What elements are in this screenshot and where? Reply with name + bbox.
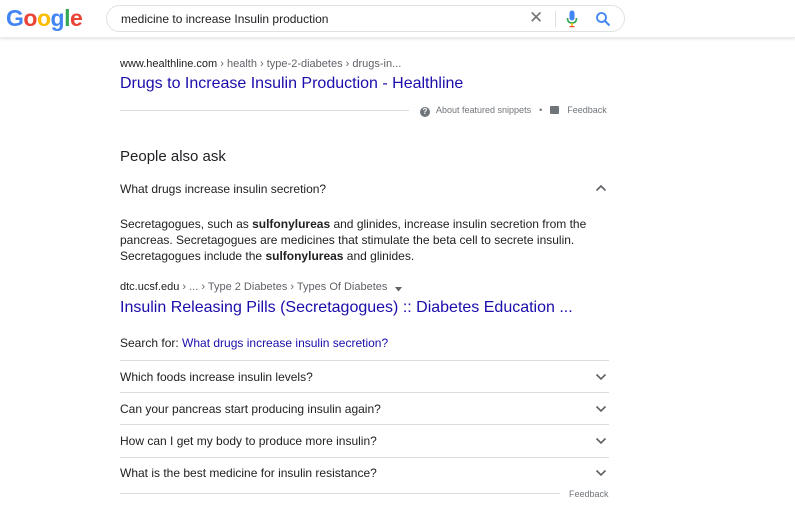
source-domain: dtc.ucsf.edu — [120, 281, 180, 293]
featured-snippet-bar: ? About featured snippets • Feedback — [420, 105, 607, 117]
chevron-down-icon — [595, 373, 607, 381]
paa-question[interactable]: Which foods increase insulin levels? — [120, 370, 609, 384]
search-box[interactable]: medicine to increase Insulin production … — [106, 5, 625, 32]
help-icon: ? — [420, 107, 430, 117]
featured-cite: www.healthline.com › health › type-2-dia… — [120, 58, 401, 70]
featured-domain: www.healthline.com — [120, 58, 218, 70]
search-input[interactable]: medicine to increase Insulin production — [121, 12, 328, 26]
feedback-link[interactable]: Feedback — [567, 105, 607, 115]
search-for-line: Search for: What drugs increase insulin … — [120, 336, 388, 350]
close-icon[interactable]: ✕ — [529, 8, 543, 28]
answer-bold: sulfonylureas — [265, 249, 344, 263]
about-featured-snippets-link[interactable]: About featured snippets — [436, 105, 531, 115]
paa-answer: Secretagogues, such as sulfonylureas and… — [120, 216, 609, 264]
divider — [120, 110, 409, 111]
question-text: What is the best medicine for insulin re… — [120, 466, 377, 480]
divider — [120, 392, 609, 393]
paa-question[interactable]: What is the best medicine for insulin re… — [120, 466, 609, 480]
caret-down-icon[interactable] — [395, 287, 403, 292]
paa-question-expanded[interactable]: What drugs increase insulin secretion? — [120, 182, 609, 196]
chevron-up-icon — [595, 184, 607, 192]
chevron-down-icon — [595, 469, 607, 477]
answer-text: Secretagogues, such as — [120, 217, 253, 231]
featured-breadcrumb: › health › type-2-diabetes › drugs-in... — [217, 58, 402, 70]
paa-question[interactable]: How can I get my body to produce more in… — [120, 434, 609, 448]
answer-bold: sulfonylureas — [252, 217, 331, 231]
question-text: Which foods increase insulin levels? — [120, 370, 313, 384]
paa-feedback-link[interactable]: Feedback — [569, 489, 609, 499]
divider — [120, 457, 609, 458]
paa-question[interactable]: Can your pancreas start producing insuli… — [120, 402, 609, 416]
logo-letter: G — [6, 5, 24, 31]
answer-source-cite: dtc.ucsf.edu › ... › Type 2 Diabetes › T… — [120, 281, 403, 293]
chevron-down-icon — [595, 437, 607, 445]
question-text: Can your pancreas start producing insuli… — [120, 402, 381, 416]
logo-letter: o — [23, 5, 37, 31]
search-divider — [555, 11, 556, 27]
search-for-link[interactable]: What drugs increase insulin secretion? — [182, 336, 388, 350]
search-icon[interactable] — [595, 11, 611, 27]
question-text: How can I get my body to produce more in… — [120, 434, 377, 448]
answer-text: and glinides. — [343, 249, 415, 263]
logo-letter: o — [36, 5, 51, 31]
source-breadcrumb: › ... › Type 2 Diabetes › Types Of Diabe… — [179, 281, 388, 293]
logo-letter: e — [69, 5, 83, 31]
microphone-icon[interactable] — [566, 10, 578, 28]
chevron-down-icon — [595, 405, 607, 413]
divider — [120, 424, 609, 425]
question-text: What drugs increase insulin secretion? — [120, 182, 327, 196]
featured-title-link[interactable]: Drugs to Increase Insulin Production - H… — [120, 75, 463, 93]
people-also-ask-heading: People also ask — [120, 148, 226, 165]
top-bar: Google medicine to increase Insulin prod… — [0, 0, 795, 38]
search-for-label: Search for: — [120, 336, 183, 350]
divider — [120, 360, 609, 361]
source-title-link[interactable]: Insulin Releasing Pills (Secretagogues) … — [120, 299, 573, 317]
divider — [120, 493, 560, 494]
feedback-icon — [550, 106, 560, 114]
separator-dot: • — [539, 105, 543, 115]
logo-letter: g — [50, 5, 65, 31]
google-logo[interactable]: Google — [6, 5, 83, 32]
